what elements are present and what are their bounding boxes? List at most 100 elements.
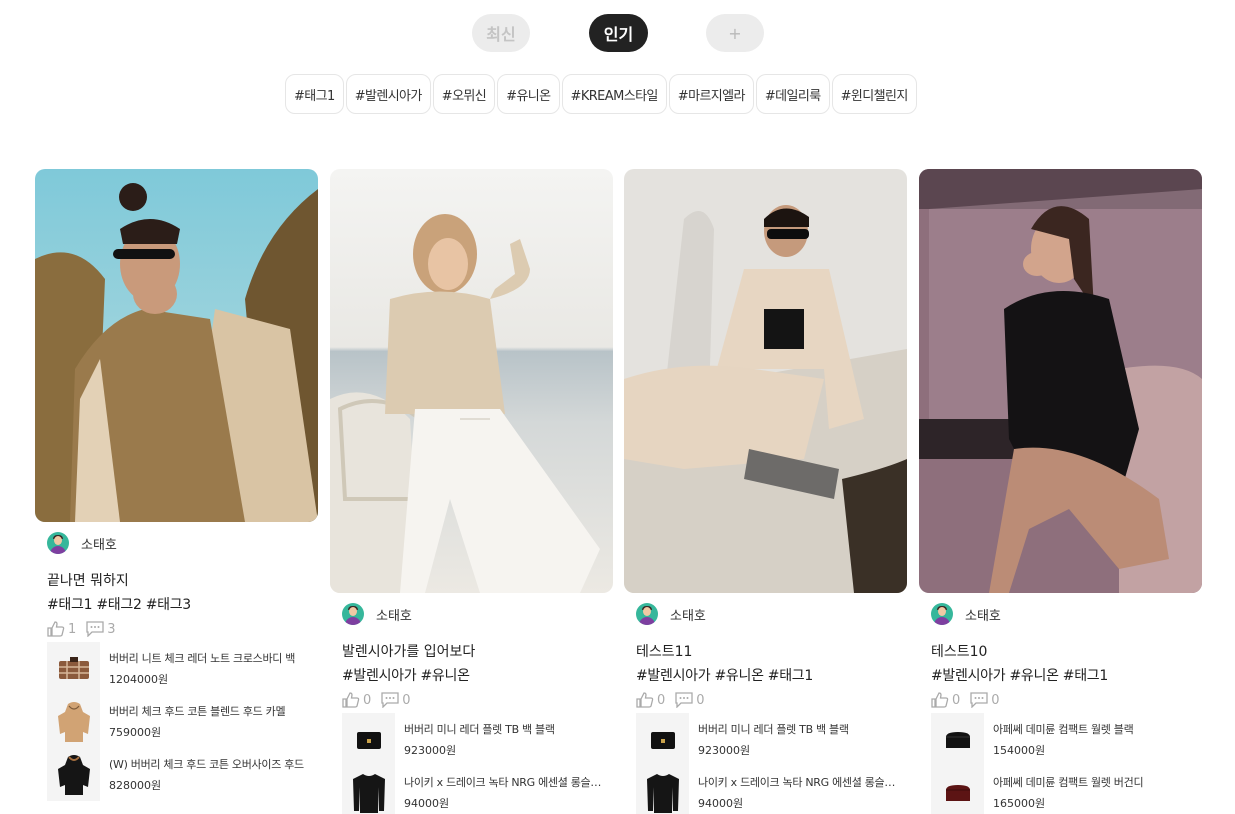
product-price: 828000원 [109,779,162,792]
tagged-products: 버버리 미니 레더 플렛 TB 백 블랙 923000원 나이키 x 드레이크 … [624,713,907,814]
product-name: 버버리 미니 레더 플렛 TB 백 블랙 [404,723,555,736]
post-title: 테스트11 [636,644,693,660]
avatar [47,532,69,554]
post-photo[interactable] [624,169,907,593]
post-stats: 0 0 [624,691,907,709]
product-price: 1204000원 [109,673,169,686]
post-photo[interactable] [35,169,318,522]
post-author[interactable]: 소태호 [919,599,1202,629]
tag-chip[interactable]: #태그1 [285,74,344,114]
comment-icon [381,692,399,708]
like-button[interactable]: 0 [636,692,665,708]
tag-chip[interactable]: #KREAM스타일 [561,74,667,114]
post-card[interactable]: 소태호 테스트10 #발렌시아가 #유니온 #태그1 0 0 아페쎄 데미륜 컴… [919,169,1202,814]
product-name: 아페쎄 데미륜 컴팩트 월렛 블랙 [993,723,1134,736]
product-item[interactable]: 버버리 체크 후드 코튼 블렌드 후드 카멜 759000원 [47,695,318,748]
post-title: 발렌시아가를 입어보다 [342,644,476,660]
burgundy-wallet-icon [931,766,984,814]
product-price: 923000원 [404,744,457,757]
post-stats: 0 0 [919,691,1202,709]
post-hashtags: #태그1 #태그2 #태그3 [47,597,191,613]
post-author[interactable]: 소태호 [624,599,907,629]
author-name: 소태호 [81,537,117,553]
product-item[interactable]: 버버리 미니 레더 플렛 TB 백 블랙 923000원 [636,713,907,766]
comment-count: 0 [991,692,1000,708]
post-photo[interactable] [919,169,1202,593]
comment-icon [86,621,104,637]
product-item[interactable]: 나이키 x 드레이크 녹타 NRG 에센셜 롱슬리브 94000원 [636,766,907,814]
post-author[interactable]: 소태호 [330,599,613,629]
avatar [342,603,364,625]
tag-chip[interactable]: #유니온 [497,74,560,114]
tagged-products: 아페쎄 데미륜 컴팩트 월렛 블랙 154000원 아페쎄 데미륜 컴팩트 월렛… [919,713,1202,814]
product-price: 94000원 [698,797,744,810]
comment-button[interactable]: 3 [86,621,116,637]
post-hashtags: #발렌시아가 #유니온 #태그1 [636,668,813,684]
tag-chip[interactable]: #데일리룩 [755,74,830,114]
like-count: 1 [68,621,77,637]
thumbs-up-icon [636,692,654,708]
post-card[interactable]: 소태호 테스트11 #발렌시아가 #유니온 #태그1 0 0 버버리 미니 레더… [624,169,907,814]
tagged-products: 버버리 미니 레더 플렛 TB 백 블랙 923000원 나이키 x 드레이크 … [330,713,613,814]
tag-chip[interactable]: #마르지엘라 [668,74,754,114]
tag-filter-bar: #태그1 #발렌시아가 #오뮈신 #유니온 #KREAM스타일 #마르지엘라 #… [285,74,917,114]
product-item[interactable]: 버버리 미니 레더 플렛 TB 백 블랙 923000원 [342,713,613,766]
product-name: 아페쎄 데미륜 컴팩트 월렛 버건디 [993,776,1144,789]
product-name: 버버리 미니 레더 플렛 TB 백 블랙 [698,723,849,736]
thumbs-up-icon [47,621,65,637]
black-hoodie-icon [47,748,100,801]
product-name: 버버리 체크 후드 코튼 블렌드 후드 카멜 [109,705,286,718]
thumbs-up-icon [931,692,949,708]
black-bag-icon [342,713,395,766]
product-item[interactable]: 나이키 x 드레이크 녹타 NRG 에센셜 롱슬리브 94000원 [342,766,613,814]
black-bag-icon [636,713,689,766]
comment-button[interactable]: 0 [675,692,705,708]
like-count: 0 [952,692,961,708]
product-name: 나이키 x 드레이크 녹타 NRG 에센셜 롱슬리브 [698,776,898,789]
camel-hoodie-icon [47,695,100,748]
comment-icon [675,692,693,708]
comment-icon [970,692,988,708]
filter-tabs: 최신 인기 + [0,14,1235,54]
product-item[interactable]: 버버리 니트 체크 레더 노트 크로스바디 백 1204000원 [47,642,318,695]
black-longsleeve-icon [342,766,395,814]
comment-button[interactable]: 0 [970,692,1000,708]
product-item[interactable]: (W) 버버리 체크 후드 코튼 오버사이즈 후드 828000원 [47,748,318,801]
tab-popular[interactable]: 인기 [589,14,648,52]
tag-chip[interactable]: #윈디챌린지 [831,74,917,114]
post-card[interactable]: 소태호 발렌시아가를 입어보다 #발렌시아가 #유니온 0 0 버버리 미니 레… [330,169,613,814]
post-hashtags: #발렌시아가 #유니온 [342,668,470,684]
like-button[interactable]: 0 [931,692,960,708]
post-title: 끝나면 뭐하지 [47,573,129,589]
avatar [636,603,658,625]
product-item[interactable]: 아페쎄 데미륜 컴팩트 월렛 블랙 154000원 [931,713,1202,766]
post-card[interactable]: 소태호 끝나면 뭐하지 #태그1 #태그2 #태그3 1 3 버버리 니트 체크… [35,169,318,801]
fashion-photo-1 [35,169,318,522]
like-button[interactable]: 1 [47,621,76,637]
fashion-photo-3 [624,169,907,593]
black-wallet-icon [931,713,984,766]
post-stats: 1 3 [35,620,318,638]
post-author[interactable]: 소태호 [35,528,318,558]
tab-latest[interactable]: 최신 [472,14,530,52]
comment-count: 0 [402,692,411,708]
tagged-products: 버버리 니트 체크 레더 노트 크로스바디 백 1204000원 버버리 체크 … [35,642,318,801]
add-tab-button[interactable]: + [706,14,764,52]
tag-chip[interactable]: #오뮈신 [432,74,496,114]
product-name: 나이키 x 드레이크 녹타 NRG 에센셜 롱슬리브 [404,776,604,789]
like-count: 0 [363,692,372,708]
thumbs-up-icon [342,692,360,708]
product-price: 165000원 [993,797,1046,810]
comment-button[interactable]: 0 [381,692,411,708]
product-name: (W) 버버리 체크 후드 코튼 오버사이즈 후드 [109,758,304,771]
comment-count: 3 [107,621,116,637]
product-name: 버버리 니트 체크 레더 노트 크로스바디 백 [109,652,296,665]
like-button[interactable]: 0 [342,692,371,708]
product-item[interactable]: 아페쎄 데미륜 컴팩트 월렛 버건디 165000원 [931,766,1202,814]
tag-chip[interactable]: #발렌시아가 [345,74,431,114]
post-photo[interactable] [330,169,613,593]
fashion-photo-4 [919,169,1202,593]
check-bag-icon [47,642,100,695]
post-stats: 0 0 [330,691,613,709]
fashion-photo-2 [330,169,613,593]
